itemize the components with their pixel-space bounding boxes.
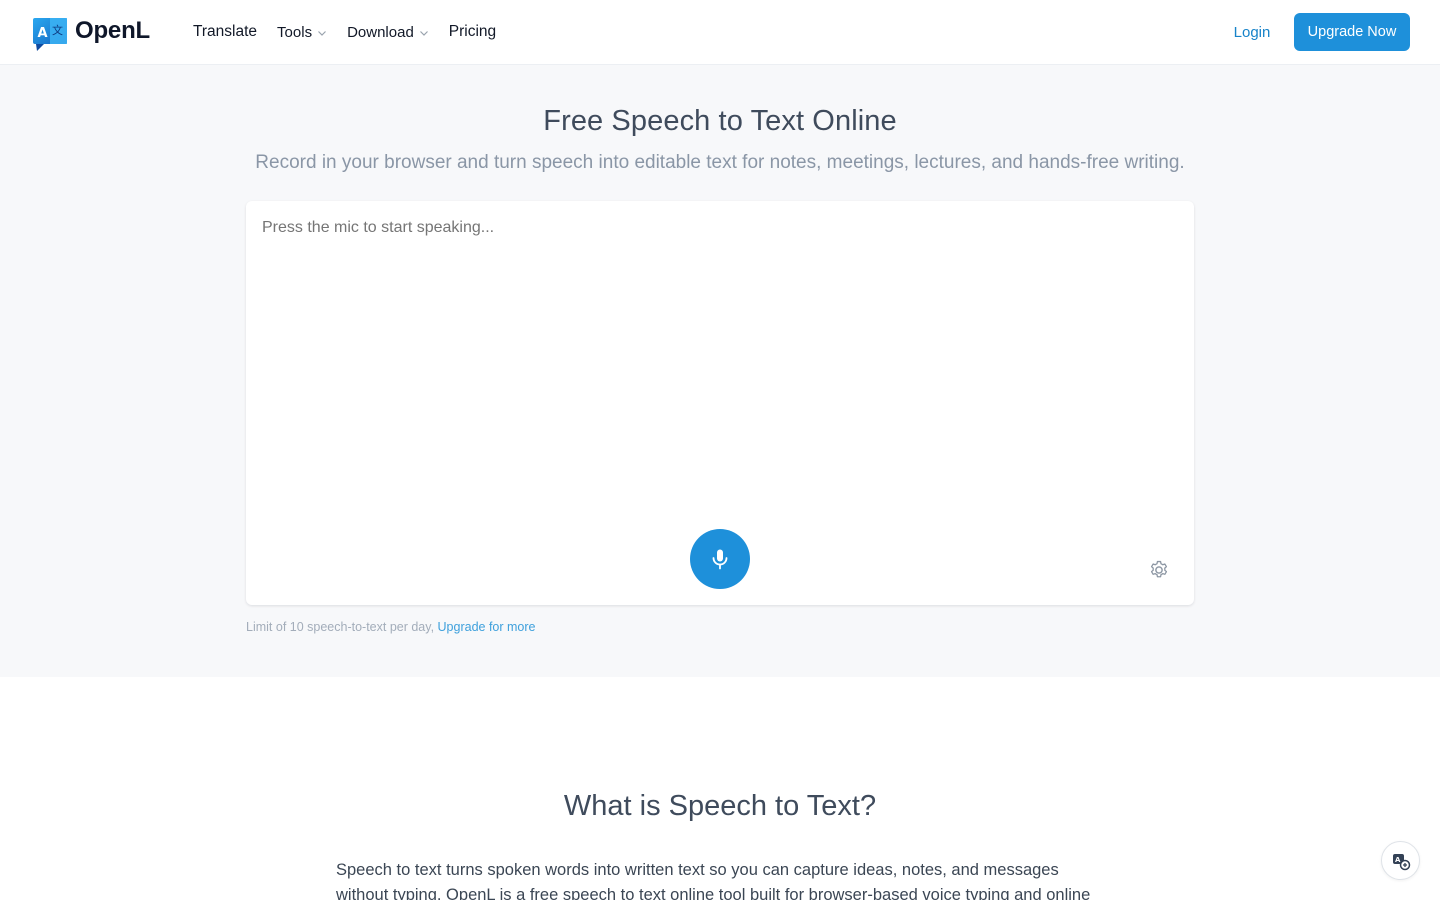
translate-helper-icon: A (1392, 853, 1410, 870)
microphone-icon (712, 549, 728, 570)
upgrade-now-button[interactable]: Upgrade Now (1294, 13, 1410, 51)
transcript-editor (246, 201, 1194, 605)
nav-download-dropdown[interactable]: Download (347, 24, 429, 41)
site-header: A 文 OpenL Translate Tools Download Prici… (0, 0, 1440, 65)
usage-limit-text: Limit of 10 speech-to-text per day, (246, 620, 438, 634)
microphone-button[interactable] (690, 529, 750, 589)
openl-logo-icon: A 文 (33, 18, 67, 51)
usage-limit-note: Limit of 10 speech-to-text per day, Upgr… (246, 620, 536, 634)
brand-name: OpenL (75, 17, 150, 44)
nav-pricing[interactable]: Pricing (449, 23, 496, 41)
svg-text:文: 文 (52, 23, 63, 37)
floating-helper-button[interactable]: A (1381, 841, 1420, 880)
nav-translate-label: Translate (193, 23, 258, 40)
section-paragraph: Speech to text turns spoken words into w… (336, 861, 1091, 900)
nav-tools-dropdown[interactable]: Tools (277, 24, 327, 41)
main-nav: Translate Tools Download Pricing (193, 0, 516, 64)
brand-logo[interactable]: A 文 OpenL (33, 15, 150, 51)
chevron-down-icon (318, 30, 327, 36)
nav-tools-label: Tools (277, 23, 313, 41)
svg-text:A: A (38, 26, 48, 41)
page-title: Free Speech to Text Online (543, 105, 897, 137)
page-subtitle: Record in your browser and turn speech i… (255, 152, 1185, 173)
nav-translate[interactable]: Translate (193, 23, 257, 41)
chevron-down-icon (419, 30, 428, 36)
speech-to-text-hero: Free Speech to Text Online Record in you… (0, 65, 1440, 677)
svg-text:A: A (1395, 856, 1401, 864)
gear-icon[interactable] (1148, 559, 1170, 581)
login-link[interactable]: Login (1222, 13, 1282, 51)
section-title: What is Speech to Text? (563, 790, 877, 822)
upgrade-for-more-link[interactable]: Upgrade for more (438, 620, 536, 634)
nav-pricing-label: Pricing (448, 23, 497, 40)
nav-download-label: Download (347, 23, 414, 41)
transcript-textarea[interactable] (262, 219, 1162, 237)
